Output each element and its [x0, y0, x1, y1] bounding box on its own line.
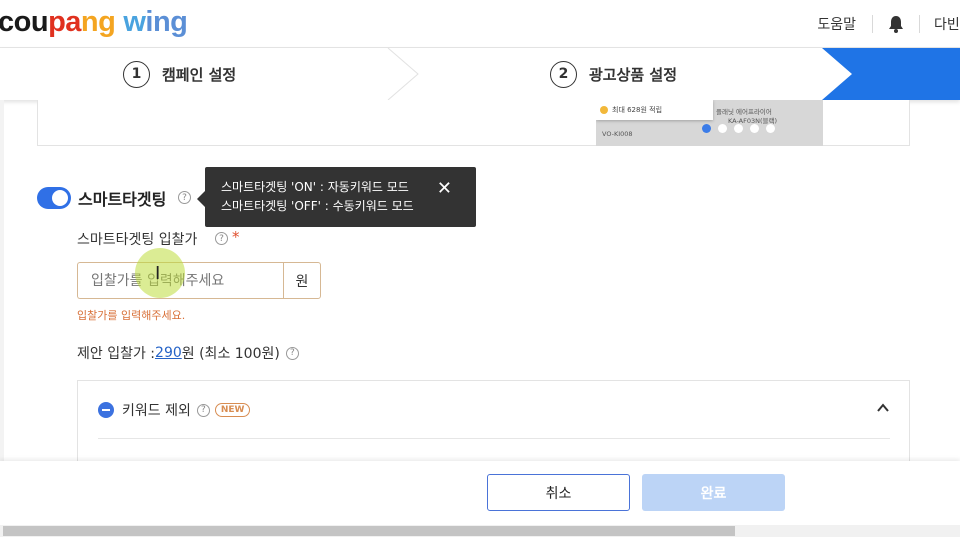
help-link[interactable]: 도움말: [817, 14, 872, 34]
preview-product-name: 플래닛 에어프라이어: [716, 108, 772, 116]
help-question-icon[interactable]: ?: [285, 346, 299, 360]
required-asterisk: *: [232, 228, 240, 246]
carousel-dot-active[interactable]: [702, 124, 711, 133]
close-icon[interactable]: ✕: [437, 180, 452, 198]
user-name[interactable]: 다빈: [920, 14, 960, 34]
horizontal-scrollbar[interactable]: [0, 525, 960, 537]
logo-text-part: cou: [0, 6, 49, 38]
scrollbar-thumb[interactable]: [3, 526, 735, 536]
header-actions: 도움말 다빈: [817, 0, 960, 48]
help-question-icon[interactable]: ?: [178, 191, 191, 204]
coin-icon: [600, 106, 608, 114]
left-edge: [0, 100, 4, 461]
logo-text-part: w: [123, 6, 146, 38]
coupang-wing-logo[interactable]: coupang wing: [0, 6, 188, 39]
smart-targeting-label: 스마트타겟팅: [78, 190, 167, 209]
reward-badge-text: 최대 628원 적립: [612, 106, 663, 114]
reward-badge: 최대 628원 적립: [596, 100, 713, 120]
toggle-knob: [52, 190, 68, 206]
keyword-exclude-header[interactable]: 키워드 제외 ? NEW: [98, 400, 251, 420]
active-step-marker: [822, 48, 960, 100]
smart-targeting-toggle[interactable]: [37, 187, 71, 209]
ad-preview-image: 최대 628원 적립 플래닛 에어프라이어 KA-AF03N(블랙) VO-KI…: [596, 100, 823, 146]
carousel-dot[interactable]: [750, 124, 759, 133]
keyword-exclude-panel: 키워드 제외 ? NEW: [77, 380, 910, 470]
step-label: 캠페인 설정: [162, 65, 237, 84]
ad-preview-card: 최대 628원 적립 플래닛 에어프라이어 KA-AF03N(블랙) VO-KI…: [37, 100, 910, 146]
carousel-dot[interactable]: [734, 124, 743, 133]
top-header: coupang wing 도움말 다빈: [0, 0, 960, 48]
bid-input[interactable]: [77, 262, 284, 299]
panel-divider: [98, 438, 890, 439]
action-footer: 취소 완료: [0, 461, 960, 525]
keyword-exclude-label: 키워드 제외: [122, 403, 191, 419]
logo-text-part: ng: [80, 6, 116, 38]
done-button[interactable]: 완료: [642, 474, 785, 511]
help-question-icon[interactable]: ?: [215, 232, 228, 245]
carousel-dot[interactable]: [718, 124, 727, 133]
bid-unit-label: 원: [283, 262, 321, 299]
new-badge: NEW: [214, 403, 251, 417]
minus-circle-icon[interactable]: [98, 402, 114, 418]
carousel-dot[interactable]: [766, 124, 775, 133]
logo-text-part: pa: [48, 6, 81, 38]
logo-text-part: ing: [145, 6, 188, 38]
step-number: 1: [123, 60, 150, 88]
smart-targeting-tooltip: 스마트타겟팅 'ON' : 자동키워드 모드 스마트타겟팅 'OFF' : 수동…: [197, 167, 476, 227]
preview-product-code: VO-KI008: [602, 130, 633, 138]
suggested-bid-value-link[interactable]: 290: [155, 345, 182, 361]
step-ad-product-settings[interactable]: 2 광고상품 설정: [550, 48, 677, 100]
step-campaign-settings[interactable]: 1 캠페인 설정: [123, 48, 236, 100]
step-indicator: 1 캠페인 설정 2 광고상품 설정: [0, 48, 960, 100]
suggested-bid-prefix: 제안 입찰가 :: [77, 346, 156, 362]
bid-error-message: 입찰가를 입력해주세요.: [77, 309, 186, 322]
cancel-button[interactable]: 취소: [487, 474, 630, 511]
step-number: 2: [550, 60, 577, 88]
bell-icon[interactable]: [873, 14, 919, 34]
step-label: 광고상품 설정: [589, 65, 678, 84]
carousel-dots: [702, 124, 775, 133]
help-question-icon[interactable]: ?: [196, 403, 210, 417]
suggested-bid-suffix: 원 (최소 100원): [181, 346, 280, 362]
chevron-up-icon[interactable]: [876, 401, 890, 415]
tooltip-line-off: 스마트타겟팅 'OFF' : 수동키워드 모드: [221, 199, 414, 213]
suggested-bid: 제안 입찰가 : 290 원 (최소 100원) ?: [77, 343, 299, 363]
bid-label: 스마트타겟팅 입찰가: [77, 232, 198, 248]
